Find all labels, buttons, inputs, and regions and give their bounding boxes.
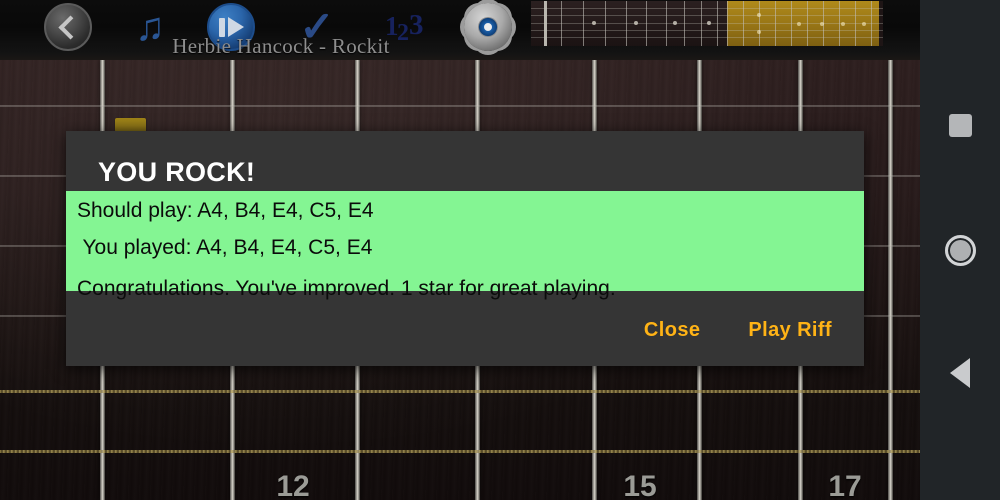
note-marker[interactable] [115,118,146,132]
mini-inlay-dot [673,21,677,25]
fret-number-15: 15 [623,470,657,500]
mini-inlay-dot [820,22,824,26]
triangle-left-glyph [950,358,970,388]
mini-inlay-dot [757,30,761,34]
fret-number-12: 12 [276,470,310,500]
mini-string [531,37,883,38]
congratulations-line: Congratulations. You've improved. 1 star… [77,277,616,300]
mini-inlay-dot [592,21,596,25]
close-button[interactable]: Close [634,313,710,348]
mini-inlay-dot [707,21,711,25]
home-icon[interactable] [935,225,985,275]
song-title: Herbie Hancock - Rockit [172,34,390,58]
guitar-string [0,450,920,453]
dialog-message-panel: Should play: A4, B4, E4, C5, E4 You play… [66,191,864,299]
back-nav-icon[interactable] [935,348,985,398]
guitar-string [0,390,920,393]
play-riff-button[interactable]: Play Riff [738,313,842,348]
mini-inlay-dot [634,21,638,25]
guitar-string [0,105,920,107]
mini-inlay-dot [797,22,801,26]
app-root: 12 15 17 ♫ ✓ 1 2 3 Herbie Hancock - Rock… [0,0,1000,500]
dialog-actions: Close Play Riff [634,313,842,348]
dialog-title: YOU ROCK! [98,157,256,187]
result-dialog: YOU ROCK! Should play: A4, B4, E4, C5, E… [66,131,864,366]
mini-string [531,15,883,16]
mini-string [531,30,883,31]
circle-glyph [944,234,976,266]
mini-string [531,8,883,9]
mini-inlay-dot [757,13,761,17]
fret-number-17: 17 [828,470,862,500]
top-toolbar: ♫ ✓ 1 2 3 Herbie Hancock - Rockit [0,0,920,60]
fret-wire [888,60,893,500]
you-played-line: You played: A4, B4, E4, C5, E4 [77,236,373,259]
mini-inlay-dot [862,22,866,26]
recent-apps-icon[interactable] [935,100,985,150]
square-glyph [948,113,972,137]
mini-fretboard-thumbnail[interactable] [531,1,883,46]
mini-inlay-dot [841,22,845,26]
should-play-line: Should play: A4, B4, E4, C5, E4 [77,199,374,222]
android-navigation-bar [920,0,1000,500]
